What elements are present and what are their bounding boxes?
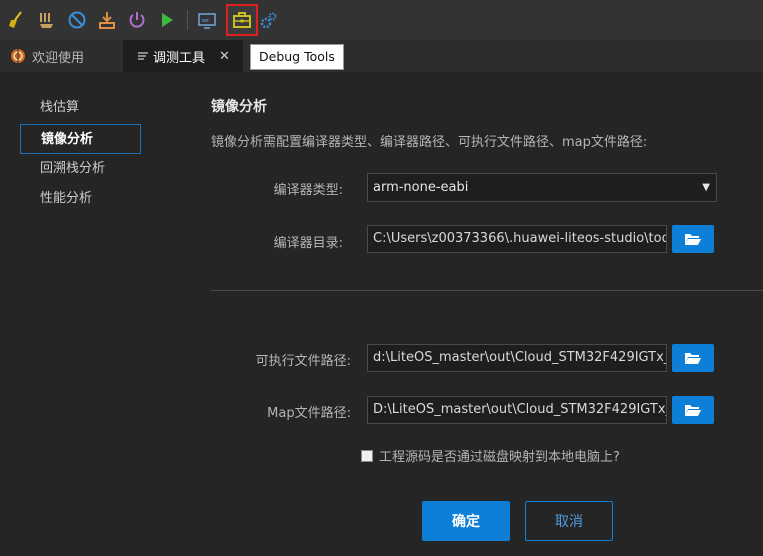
toolbar: ser [0,0,763,40]
exec-path-label: 可执行文件路径: [255,354,351,369]
browse-exec-path-button[interactable] [672,344,714,372]
settings-icon[interactable] [258,9,280,31]
stop-icon[interactable] [66,9,88,31]
close-icon[interactable]: ✕ [219,49,230,64]
tab-welcome-label: 欢迎使用 [32,50,85,66]
folder-open-icon [684,351,702,365]
compiler-type-label: 编译器类型: [273,183,343,198]
compiler-type-select[interactable]: arm-none-eabi ▼ [367,173,717,202]
folder-open-icon [684,232,702,246]
sidebar-item-image-analysis[interactable]: 镜像分析 [20,124,141,154]
tooltip: Debug Tools [250,44,344,70]
compiler-dir-label: 编译器目录: [273,236,343,251]
tab-bar: 欢迎使用 调测工具 ✕ [0,40,763,72]
sidebar: 栈估算 镜像分析 回溯栈分析 性能分析 [0,72,190,556]
browse-compiler-dir-button[interactable] [672,225,714,253]
exec-path-field[interactable]: d:\LiteOS_master\out\Cloud_STM32F429IGTx… [367,344,667,372]
map-path-field[interactable]: D:\LiteOS_master\out\Cloud_STM32F429IGTx… [367,396,667,424]
compile-icon[interactable] [36,9,58,31]
tab-debug-tools-label: 调测工具 [153,50,206,66]
disk-mapping-checkbox-label: 工程源码是否通过磁盘映射到本地电脑上? [379,450,620,465]
disk-mapping-option: 工程源码是否通过磁盘映射到本地电脑上? [361,446,620,465]
browse-map-path-button[interactable] [672,396,714,424]
sidebar-item-performance-analysis[interactable]: 性能分析 [20,184,141,214]
compiler-type-value: arm-none-eabi [373,180,469,195]
power-icon[interactable] [126,9,148,31]
toolbar-separator [187,10,188,30]
run-icon[interactable] [156,9,178,31]
caret-down-icon: ▼ [702,182,710,193]
list-icon [138,51,148,61]
section-divider [211,290,763,291]
cancel-button[interactable]: 取消 [525,501,613,541]
confirm-button[interactable]: 确定 [422,501,510,541]
huawei-logo-icon [10,48,26,64]
folder-open-icon [684,403,702,417]
tab-welcome[interactable]: 欢迎使用 [0,40,120,72]
tab-debug-tools[interactable]: 调测工具 ✕ [123,40,243,72]
debug-tools-icon[interactable] [226,4,258,36]
serial-monitor-icon[interactable]: ser [196,9,218,31]
page-title: 镜像分析 [211,99,267,115]
download-icon[interactable] [96,9,118,31]
broom-icon[interactable] [6,9,28,31]
compiler-dir-field[interactable]: C:\Users\z00373366\.huawei-liteos-studio… [367,225,667,253]
map-path-label: Map文件路径: [267,406,351,421]
sidebar-item-stack-estimate[interactable]: 栈估算 [20,93,141,123]
svg-text:ser: ser [202,18,211,24]
page-description: 镜像分析需配置编译器类型、编译器路径、可执行文件路径、map文件路径: [211,135,648,150]
disk-mapping-checkbox[interactable] [361,449,373,462]
sidebar-item-backtrace-analysis[interactable]: 回溯栈分析 [20,154,141,184]
